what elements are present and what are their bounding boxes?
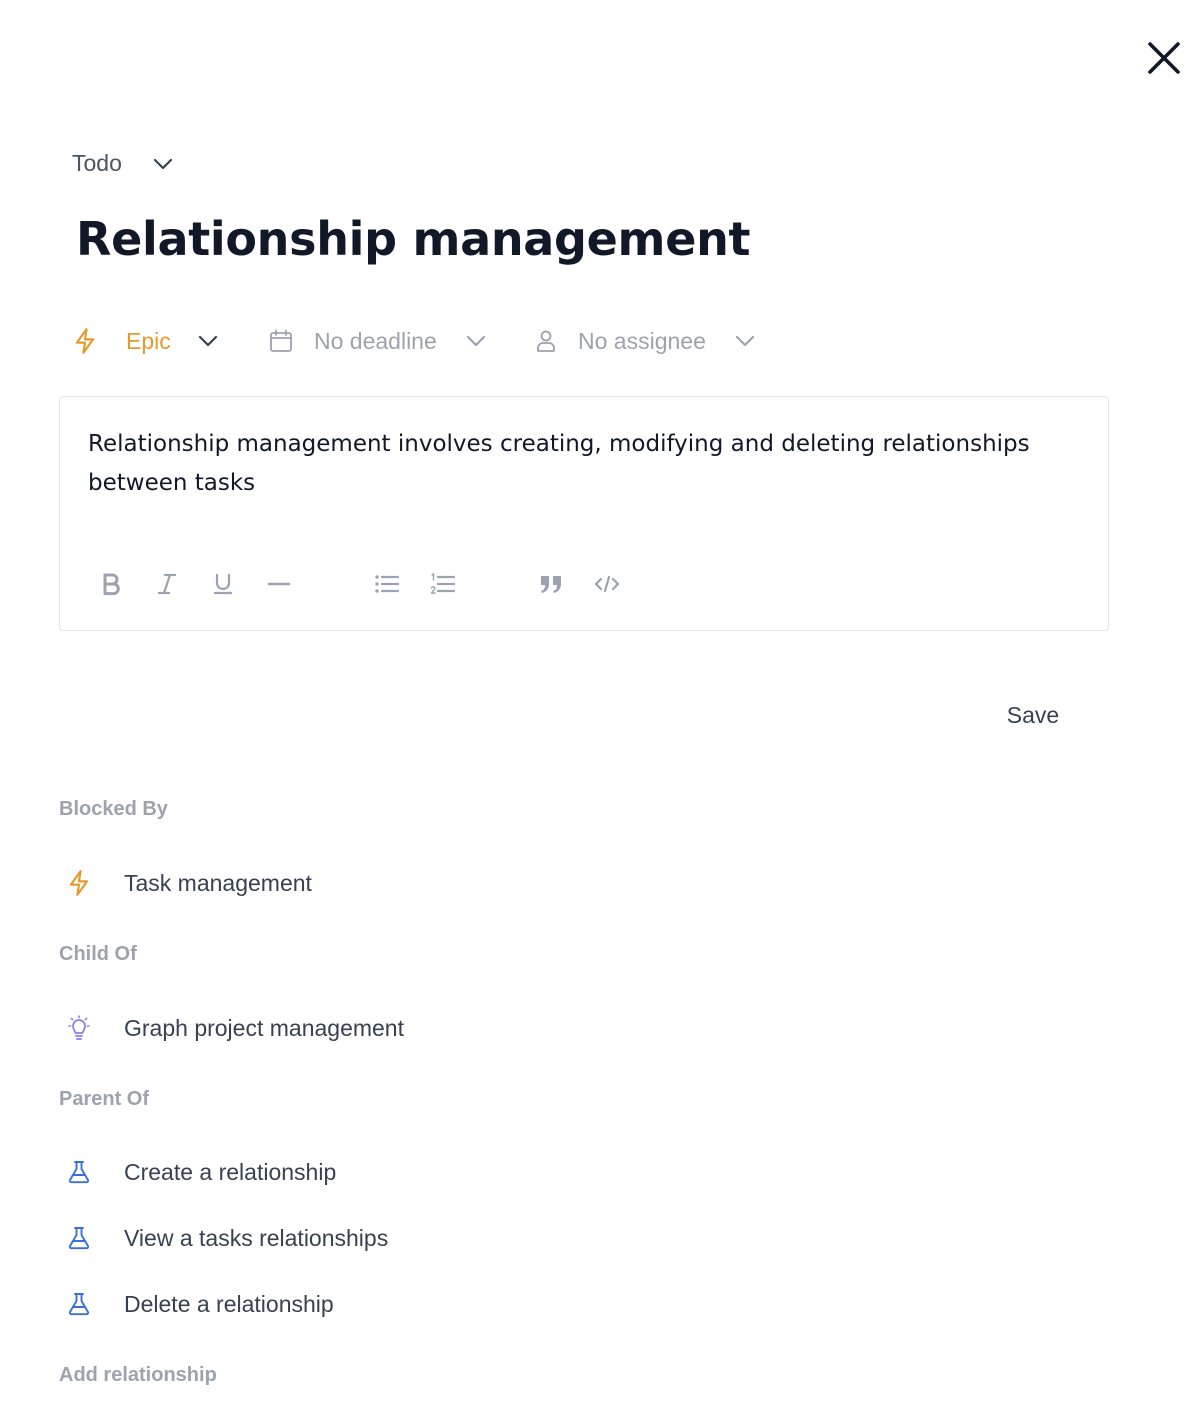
code-icon bbox=[594, 575, 620, 593]
assignee-label: No assignee bbox=[578, 327, 706, 354]
bold-icon bbox=[103, 573, 120, 596]
status-label: Todo bbox=[72, 150, 122, 176]
status-dropdown[interactable]: Todo bbox=[72, 150, 174, 177]
blockquote-button[interactable] bbox=[534, 567, 568, 601]
page-title[interactable]: Relationship management bbox=[76, 212, 751, 266]
description-editor[interactable]: Relationship management involves creatin… bbox=[59, 396, 1109, 631]
description-text[interactable]: Relationship management involves creatin… bbox=[88, 425, 1088, 503]
horizontal-rule-button[interactable] bbox=[262, 567, 296, 601]
relationship-label: Task management bbox=[124, 869, 312, 896]
flask-icon bbox=[62, 1221, 96, 1255]
blockquote-icon bbox=[541, 576, 561, 593]
deadline-label: No deadline bbox=[314, 327, 437, 354]
underline-button[interactable] bbox=[206, 567, 240, 601]
chevron-down-icon bbox=[153, 158, 172, 169]
relationship-label: Graph project management bbox=[124, 1014, 404, 1041]
lightning-icon bbox=[75, 328, 95, 354]
flask-icon bbox=[62, 1287, 96, 1321]
underline-icon bbox=[213, 573, 233, 595]
chevron-down-icon bbox=[735, 335, 754, 347]
save-button[interactable]: Save bbox=[990, 695, 1076, 735]
add-relationship-button[interactable]: Add relationship bbox=[59, 1364, 217, 1387]
chevron-down-icon bbox=[198, 335, 217, 347]
relationship-label: View a tasks relationships bbox=[124, 1224, 389, 1251]
lightbulb-icon bbox=[62, 1011, 96, 1045]
numbered-list-icon bbox=[430, 572, 456, 594]
bullet-list-icon bbox=[375, 575, 400, 593]
close-icon bbox=[1148, 42, 1180, 74]
calendar-icon bbox=[270, 329, 292, 352]
bold-button[interactable] bbox=[94, 567, 128, 601]
chevron-down-icon bbox=[466, 335, 485, 347]
code-button[interactable] bbox=[590, 567, 624, 601]
lightning-icon bbox=[62, 866, 96, 900]
relationship-item[interactable]: Graph project management bbox=[62, 1008, 404, 1048]
person-icon bbox=[537, 330, 555, 352]
parent-of-title: Parent Of bbox=[59, 1088, 150, 1110]
relationship-item[interactable]: Create a relationship bbox=[62, 1152, 336, 1192]
type-label: Epic bbox=[126, 327, 171, 354]
italic-button[interactable] bbox=[150, 567, 184, 601]
horizontal-rule-icon bbox=[267, 582, 291, 586]
relationship-item[interactable]: View a tasks relationships bbox=[62, 1218, 388, 1258]
deadline-dropdown[interactable]: No deadline bbox=[268, 322, 487, 360]
assignee-dropdown[interactable]: No assignee bbox=[534, 322, 756, 360]
italic-icon bbox=[157, 573, 177, 595]
relationship-label: Create a relationship bbox=[124, 1158, 337, 1185]
flask-icon bbox=[62, 1155, 96, 1189]
type-dropdown[interactable]: Epic bbox=[72, 322, 219, 360]
numbered-list-button[interactable] bbox=[426, 567, 460, 601]
relationship-label: Delete a relationship bbox=[124, 1290, 334, 1317]
blocked-by-title: Blocked By bbox=[59, 798, 168, 820]
bullet-list-button[interactable] bbox=[370, 567, 404, 601]
relationship-item[interactable]: Delete a relationship bbox=[62, 1284, 334, 1324]
close-button[interactable] bbox=[1144, 38, 1184, 78]
relationship-item[interactable]: Task management bbox=[62, 863, 312, 903]
child-of-title: Child Of bbox=[59, 943, 137, 965]
